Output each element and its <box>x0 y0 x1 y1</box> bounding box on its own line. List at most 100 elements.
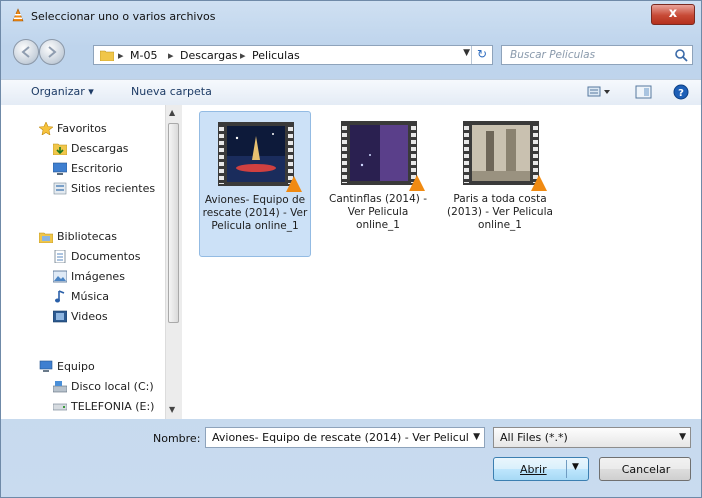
close-button[interactable]: x <box>651 4 695 25</box>
cancel-button-label: Cancelar <box>621 463 671 476</box>
sidebar-item-label: Documentos <box>71 250 141 263</box>
navigation-pane: Favoritos Descargas Escritorio Sitios re… <box>1 105 165 419</box>
dialog-body: Favoritos Descargas Escritorio Sitios re… <box>1 105 701 419</box>
search-placeholder: Buscar Peliculas <box>510 49 596 61</box>
organize-menu-button[interactable]: Organizar ▾ <box>31 85 94 98</box>
cancel-button[interactable]: Cancelar <box>599 457 691 481</box>
film-strip <box>341 121 417 185</box>
folder-icon <box>100 50 114 61</box>
command-toolbar: Organizar ▾ Nueva carpeta ? <box>1 79 701 107</box>
file-name: Paris a toda costa (2013) - Ver Pelicula… <box>447 193 553 231</box>
help-icon[interactable]: ? <box>673 84 689 100</box>
vlc-cone-icon <box>531 175 547 191</box>
refresh-icon[interactable]: ↻ <box>471 46 492 64</box>
open-options-dropdown-icon[interactable]: ▼ <box>572 462 579 472</box>
scroll-down-icon[interactable]: ▼ <box>169 405 175 414</box>
file-item-aviones[interactable]: Aviones- Equipo de rescate (2014) - Ver … <box>199 111 311 257</box>
star-icon <box>39 122 53 135</box>
recent-places-icon <box>53 182 67 195</box>
videos-icon <box>53 310 67 323</box>
video-thumbnail <box>218 122 302 192</box>
change-view-icon[interactable] <box>587 84 613 100</box>
vlc-cone-icon <box>12 8 24 22</box>
breadcrumb-peliculas[interactable]: Peliculas <box>252 49 300 62</box>
address-dropdown-icon[interactable]: ▼ <box>463 48 470 58</box>
pictures-icon <box>53 270 67 283</box>
preview-pane-icon[interactable] <box>635 84 653 100</box>
svg-text:?: ? <box>678 88 684 99</box>
file-item-cantinflas[interactable]: Cantinflas (2014) - Ver Pelicula online_… <box>323 111 435 257</box>
thumbnail-image <box>227 126 285 182</box>
sidebar-item-label: Escritorio <box>71 162 123 175</box>
address-bar[interactable]: ▸ M-05 ▸ Descargas ▸ Peliculas ▼ ↻ <box>93 45 493 65</box>
navigation-bar: ▸ M-05 ▸ Descargas ▸ Peliculas ▼ ↻ Busca… <box>1 35 701 73</box>
crumb-separator-icon: ▸ <box>240 49 246 62</box>
thumbnail-image <box>472 125 530 181</box>
open-button[interactable]: Abrir ▼ <box>493 457 589 481</box>
file-item-paris[interactable]: Paris a toda costa (2013) - Ver Pelicula… <box>445 111 557 257</box>
video-thumbnail <box>341 121 425 191</box>
filetype-select[interactable]: All Files (*.*) ▼ <box>493 427 691 448</box>
title-bar[interactable]: Seleccionar uno o varios archivos x <box>1 1 701 31</box>
sidebar-item-label: Imágenes <box>71 270 125 283</box>
vlc-cone-icon <box>286 176 302 192</box>
sidebar-item-label: Sitios recientes <box>71 182 156 195</box>
chevron-down-icon[interactable]: ▼ <box>679 432 686 442</box>
thumbnail-image <box>350 125 408 181</box>
filetype-value: All Files (*.*) <box>500 431 568 444</box>
sidebar-item-label: Disco local (C:) <box>71 380 154 393</box>
new-folder-button[interactable]: Nueva carpeta <box>131 85 212 98</box>
back-button[interactable] <box>13 39 39 65</box>
filename-value: Aviones- Equipo de rescate (2014) - Ver … <box>212 431 469 444</box>
forward-arrow-icon <box>48 46 57 58</box>
file-name: Cantinflas (2014) - Ver Pelicula online_… <box>328 193 427 231</box>
sidebar-item-escritorio[interactable]: Escritorio <box>1 160 161 178</box>
sidebar-item-musica[interactable]: Música <box>1 288 161 306</box>
sidebar-item-documentos[interactable]: Documentos <box>1 248 161 266</box>
sidebar-item-label: Videos <box>71 310 108 323</box>
scroll-up-icon[interactable]: ▲ <box>169 108 175 117</box>
sidebar-item-imagenes[interactable]: Imágenes <box>1 268 161 286</box>
file-list: Aviones- Equipo de rescate (2014) - Ver … <box>183 105 701 419</box>
forward-button[interactable] <box>39 39 65 65</box>
search-icon[interactable] <box>674 48 688 62</box>
film-strip <box>218 122 294 186</box>
sidebar-item-label: Favoritos <box>57 122 107 135</box>
sidebar-item-bibliotecas[interactable]: Bibliotecas <box>1 228 161 246</box>
sidebar-item-sitios-recientes[interactable]: Sitios recientes <box>1 180 161 198</box>
close-icon: x <box>668 6 678 21</box>
vlc-cone-icon <box>409 175 425 191</box>
open-button-label: Abrir <box>520 463 547 476</box>
documents-icon <box>54 250 66 263</box>
chevron-down-icon[interactable]: ▼ <box>473 432 480 442</box>
filename-combobox[interactable]: Aviones- Equipo de rescate (2014) - Ver … <box>205 427 485 448</box>
sidebar-item-disco-local[interactable]: Disco local (C:) <box>1 378 161 396</box>
sidebar-item-label: TELEFONIA (E:) <box>71 400 155 413</box>
crumb-separator-icon: ▸ <box>168 49 174 62</box>
desktop-icon <box>53 162 67 175</box>
sidebar-item-label: Música <box>71 290 110 303</box>
search-input[interactable]: Buscar Peliculas <box>501 45 693 65</box>
window-title: Seleccionar uno o varios archivos <box>31 10 216 23</box>
film-strip <box>463 121 539 185</box>
sidebar-item-telefonia[interactable]: TELEFONIA (E:) <box>1 398 161 416</box>
removable-drive-icon <box>53 403 67 411</box>
split-divider <box>566 460 567 478</box>
sidebar-scrollbar[interactable]: ▲ ▼ <box>165 105 182 419</box>
downloads-icon <box>53 143 67 155</box>
music-icon <box>55 290 65 303</box>
sidebar-item-label: Bibliotecas <box>57 230 118 243</box>
libraries-icon <box>39 232 53 243</box>
breadcrumb-descargas[interactable]: Descargas <box>180 49 238 62</box>
file-open-dialog: Seleccionar uno o varios archivos x ▸ M-… <box>0 0 702 498</box>
sidebar-item-favoritos[interactable]: Favoritos <box>1 120 161 138</box>
video-thumbnail <box>463 121 547 191</box>
filename-label: Nombre: <box>153 432 201 445</box>
back-arrow-icon <box>21 46 30 58</box>
scrollbar-thumb[interactable] <box>168 123 179 323</box>
breadcrumb-m05[interactable]: M-05 <box>130 49 157 62</box>
sidebar-item-equipo[interactable]: Equipo <box>1 358 161 376</box>
sidebar-item-descargas[interactable]: Descargas <box>1 140 161 158</box>
local-disk-icon <box>53 381 67 393</box>
sidebar-item-videos[interactable]: Videos <box>1 308 161 326</box>
